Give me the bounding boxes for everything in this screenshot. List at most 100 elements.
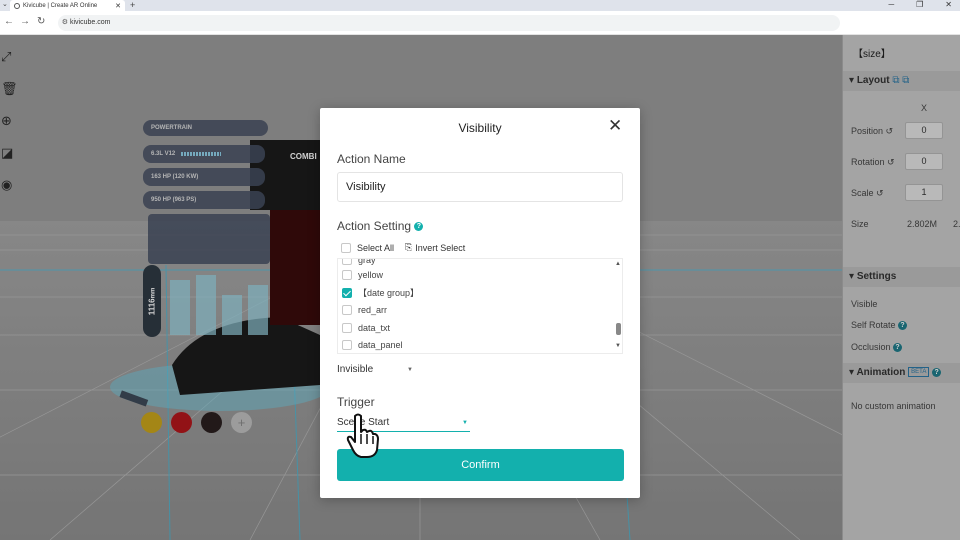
animation-label: Animation bbox=[856, 367, 906, 378]
position-label: Position ↺ bbox=[851, 126, 894, 136]
list-item[interactable]: 【date group】 bbox=[342, 286, 419, 300]
item-checkbox[interactable] bbox=[342, 323, 352, 333]
rotation-x-input[interactable]: 0 bbox=[905, 153, 943, 170]
help-icon[interactable]: ? bbox=[898, 321, 908, 331]
maximize-icon[interactable]: ❐ bbox=[916, 0, 923, 10]
settings-section-header[interactable]: ▾ Settings bbox=[843, 267, 960, 287]
dialog-title: Visibility bbox=[458, 121, 502, 135]
color-swatch-yellow[interactable] bbox=[141, 412, 162, 433]
close-tab-icon[interactable]: ✕ bbox=[115, 2, 121, 10]
scale-x-input[interactable]: 1 bbox=[905, 184, 943, 201]
list-scrollbar[interactable]: ▲ ▼ bbox=[614, 259, 622, 353]
item-label: data_txt bbox=[358, 323, 391, 333]
no-animation-text: No custom animation bbox=[851, 401, 936, 411]
item-checkbox-checked[interactable] bbox=[342, 288, 352, 298]
minimize-icon[interactable]: ─ bbox=[888, 0, 894, 10]
action-name-input[interactable] bbox=[337, 172, 623, 202]
reload-icon[interactable]: ↻ bbox=[37, 16, 45, 27]
hud-power1-label: 163 HP (120 KW) bbox=[151, 174, 199, 180]
new-tab-button[interactable]: + bbox=[130, 0, 135, 10]
invert-select-icon[interactable]: ⎘ bbox=[405, 242, 412, 253]
help-icon[interactable]: ? bbox=[414, 222, 424, 232]
site-info-icon[interactable]: ⚙ bbox=[58, 15, 68, 31]
help-icon[interactable]: ? bbox=[932, 367, 942, 377]
url-text: kivicube.com bbox=[70, 19, 111, 26]
size-label: Size bbox=[851, 219, 869, 229]
item-label: 【date group】 bbox=[358, 288, 420, 298]
beta-badge: BETA bbox=[908, 367, 930, 378]
hud-powertrain-label: POWERTRAIN bbox=[151, 125, 192, 131]
tab-list-chevron-icon[interactable]: ⌄ bbox=[2, 0, 8, 10]
forward-icon[interactable]: → bbox=[20, 16, 30, 27]
list-item[interactable]: red_arr bbox=[342, 303, 387, 317]
position-x-input[interactable]: 0 bbox=[905, 122, 943, 139]
trash-icon[interactable]: 🗑 bbox=[1, 81, 18, 97]
eye-icon[interactable]: ◉ bbox=[1, 177, 12, 193]
animation-section-header[interactable]: ▾ Animation BETA ? bbox=[843, 363, 960, 383]
hud-engine-label: 6.3L V12 bbox=[151, 151, 176, 157]
item-label: data_panel bbox=[358, 340, 403, 350]
visibility-select[interactable]: Invisible ▼ bbox=[337, 361, 415, 379]
action-setting-label: Action Setting ? bbox=[337, 219, 424, 233]
site-favicon-icon bbox=[14, 2, 20, 9]
visibility-select-value: Invisible bbox=[337, 364, 374, 375]
item-checkbox[interactable] bbox=[342, 259, 352, 265]
list-item[interactable]: data_txt bbox=[342, 321, 390, 335]
add-color-icon[interactable]: + bbox=[231, 412, 252, 433]
self-rotate-label: Self Rotate ? bbox=[851, 320, 908, 331]
hud-power2-label: 950 HP (963 PS) bbox=[151, 197, 197, 203]
list-item[interactable]: yellow bbox=[342, 268, 383, 282]
settings-label: Settings bbox=[856, 271, 897, 282]
color-swatch-red[interactable] bbox=[171, 412, 192, 433]
back-icon[interactable]: ← bbox=[4, 16, 14, 27]
scale-label: Scale ↺ bbox=[851, 188, 884, 198]
list-item[interactable]: data_panel bbox=[342, 338, 403, 352]
visible-label: Visible bbox=[851, 299, 878, 309]
size-y-value: 2. bbox=[953, 219, 960, 229]
item-label: gray bbox=[358, 258, 376, 265]
hud-engine: 6.3L V12 bbox=[143, 145, 265, 163]
tab-title: Kivicube | Create AR Online bbox=[23, 2, 98, 9]
object-list[interactable]: gray yellow 【date group】 red_arr data_tx… bbox=[337, 258, 623, 354]
x-column-header: X bbox=[921, 103, 928, 113]
hand-cursor-icon bbox=[346, 413, 379, 458]
layout-label: Layout bbox=[856, 75, 890, 86]
close-window-icon[interactable]: ✕ bbox=[945, 0, 952, 10]
rotation-label: Rotation ↺ bbox=[851, 157, 895, 167]
confirm-button[interactable]: Confirm bbox=[337, 449, 624, 481]
copy-layout-icon[interactable]: ⧉ ⧉ bbox=[892, 75, 909, 86]
scroll-down-icon[interactable]: ▼ bbox=[615, 343, 621, 349]
list-item[interactable]: gray bbox=[342, 258, 376, 267]
chevron-down-icon: ▼ bbox=[462, 420, 468, 426]
hud-stats-panel bbox=[148, 214, 270, 264]
item-checkbox[interactable] bbox=[342, 340, 352, 350]
occlusion-label: Occlusion ? bbox=[851, 342, 903, 353]
item-checkbox[interactable] bbox=[342, 270, 352, 280]
select-all-label[interactable]: Select All bbox=[357, 243, 394, 253]
url-field[interactable]: ⚙ kivicube.com bbox=[58, 15, 840, 31]
select-all-checkbox[interactable] bbox=[341, 242, 351, 253]
fullscreen-icon[interactable]: ⤢ bbox=[1, 49, 11, 65]
color-swatch-black[interactable] bbox=[201, 412, 222, 433]
help-icon[interactable]: ? bbox=[893, 343, 903, 353]
size-x-value: 2.802M bbox=[907, 219, 938, 229]
height-gauge: 1116mm bbox=[143, 265, 161, 337]
properties-panel: 【size】 ▾ Layout ⧉ ⧉ X Position ↺ 0 Rotat… bbox=[842, 35, 960, 540]
height-gauge-value: 1116mm bbox=[147, 287, 157, 315]
chevron-down-icon: ▼ bbox=[407, 367, 413, 373]
invert-select-button[interactable]: Invert Select bbox=[415, 243, 465, 253]
window-controls: ─ ❐ ✕ bbox=[888, 0, 952, 10]
item-checkbox[interactable] bbox=[342, 305, 352, 315]
browser-tab[interactable]: Kivicube | Create AR Online ✕ bbox=[10, 0, 125, 11]
close-icon[interactable]: ✕ bbox=[608, 116, 622, 136]
target-icon[interactable]: ⊕ bbox=[1, 113, 12, 129]
hud-powertrain: POWERTRAIN bbox=[143, 120, 268, 136]
scroll-up-icon[interactable]: ▲ bbox=[615, 261, 621, 267]
action-name-label: Action Name bbox=[337, 152, 406, 166]
layout-section-header[interactable]: ▾ Layout ⧉ ⧉ bbox=[843, 71, 960, 91]
address-bar-row: ← → ↻ ⚙ kivicube.com bbox=[0, 11, 960, 35]
resize-icon[interactable]: ◪ bbox=[1, 145, 13, 161]
scroll-thumb[interactable] bbox=[616, 323, 621, 335]
object-name: 【size】 bbox=[853, 49, 891, 60]
trigger-label: Trigger bbox=[337, 395, 375, 409]
